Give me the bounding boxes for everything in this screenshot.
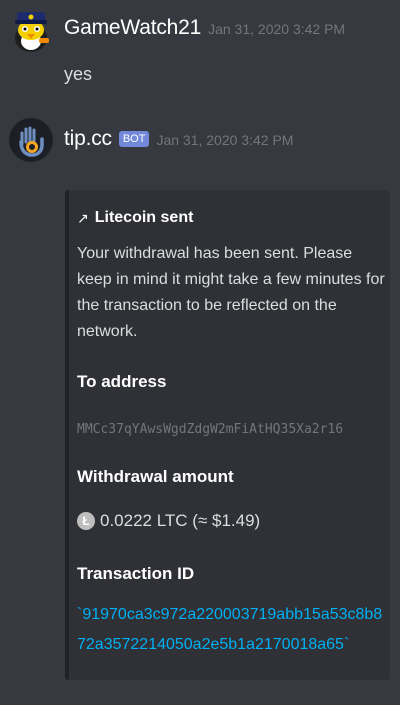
embed-author: ↗ Litecoin sent: [77, 209, 193, 227]
embed-author-name: Litecoin sent: [94, 209, 194, 226]
arrow-up-icon: ↗: [77, 209, 89, 226]
field-withdrawal-amount-name: Withdrawal amount: [77, 467, 234, 486]
message-header: tip.cc BOT Jan 31, 2020 3:42 PM: [64, 127, 293, 151]
litecoin-icon: Ł: [77, 512, 95, 530]
bot-badge: BOT: [118, 131, 150, 147]
field-withdrawal-amount-value: Ł 0.0222 LTC (≈ $1.49): [77, 511, 260, 531]
username[interactable]: GameWatch21: [64, 16, 201, 40]
tipcc-hand-icon: [9, 118, 53, 162]
bot-avatar[interactable]: [9, 118, 53, 162]
message-header: GameWatch21 Jan 31, 2020 3:42 PM: [64, 16, 345, 40]
transaction-id-link[interactable]: `91970ca3c972a220003719abb15a53c8b872a35…: [77, 600, 387, 660]
username[interactable]: tip.cc: [64, 127, 112, 151]
field-to-address-name: To address: [77, 372, 167, 391]
message-text: yes: [64, 64, 93, 84]
message-gamewatch21: GameWatch21 Jan 31, 2020 3:42 PM yes: [0, 0, 400, 95]
embed-description: Your withdrawal has been sent. Please ke…: [77, 245, 385, 340]
penguin-icon: [9, 8, 53, 52]
field-transaction-id-name: Transaction ID: [77, 564, 195, 583]
withdrawal-amount-text: 0.0222 LTC (≈ $1.49): [100, 511, 261, 530]
timestamp: Jan 31, 2020 3:42 PM: [156, 132, 294, 148]
user-avatar[interactable]: [9, 8, 53, 52]
withdrawal-embed: ↗ Litecoin sent Your withdrawal has been…: [65, 190, 390, 680]
field-to-address-value: MMCc37qYAwsWgdZdgW2mFiAtHQ35Xa2r16: [77, 422, 344, 437]
timestamp: Jan 31, 2020 3:42 PM: [208, 21, 346, 37]
